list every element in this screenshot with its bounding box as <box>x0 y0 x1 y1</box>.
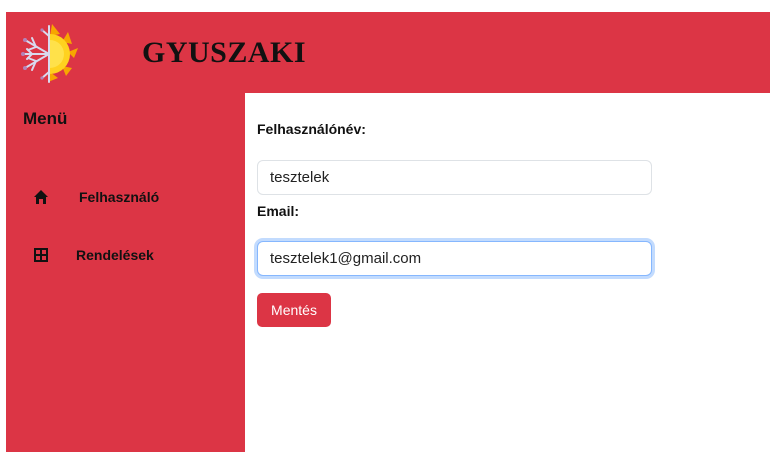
email-label: Email: <box>257 203 300 219</box>
home-icon <box>33 189 49 205</box>
email-field[interactable] <box>257 241 652 276</box>
brand-title: GYUSZAKI <box>142 36 307 69</box>
sidebar: Menü Felhasználó Rendelések <box>6 93 245 452</box>
sidebar-item-felhasznalo[interactable]: Felhasználó <box>6 182 245 214</box>
sidebar-item-label: Rendelések <box>76 247 154 263</box>
sun-snowflake-logo-icon <box>12 18 88 86</box>
grid-icon <box>33 247 49 263</box>
profile-form: Felhasználónév: Email: Mentés <box>245 93 770 452</box>
sidebar-item-rendelesek[interactable]: Rendelések <box>6 240 245 272</box>
username-field[interactable] <box>257 160 652 195</box>
header-bar: GYUSZAKI <box>6 12 770 93</box>
sidebar-item-label: Felhasználó <box>79 189 160 205</box>
menu-title: Menü <box>23 109 68 128</box>
username-label: Felhasználónév: <box>257 121 366 137</box>
app: GYUSZAKI Menü Felhasználó Rendelések Fel… <box>6 12 770 452</box>
save-button[interactable]: Mentés <box>257 293 331 327</box>
